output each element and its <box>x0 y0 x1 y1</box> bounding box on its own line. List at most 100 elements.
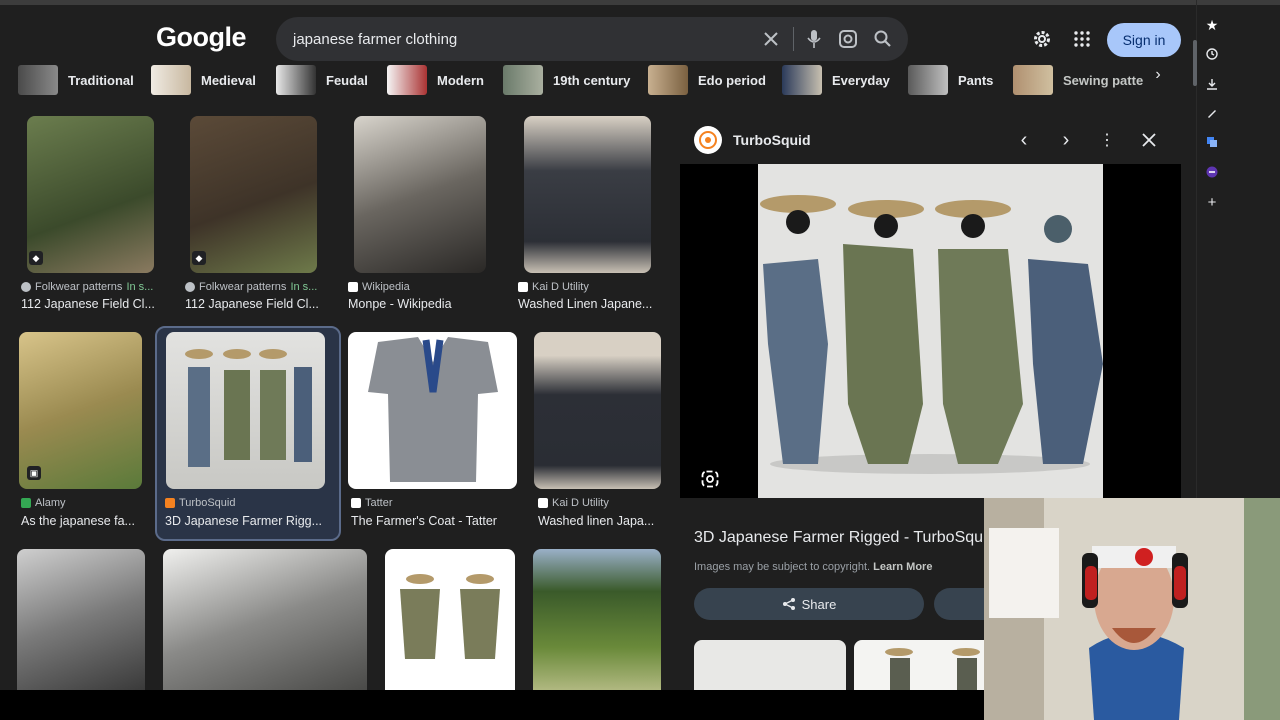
result-source[interactable]: Kai D Utility <box>538 497 609 509</box>
chip-label: Modern <box>437 72 484 88</box>
source-favicon <box>21 282 31 292</box>
result-source[interactable]: Folkwear patterns In s... <box>21 281 153 293</box>
star-icon[interactable]: ★ <box>1203 16 1221 34</box>
search-divider <box>793 27 794 51</box>
source-name: Folkwear patterns <box>199 281 287 293</box>
share-button[interactable]: Share <box>694 588 924 620</box>
result-thumbnail[interactable] <box>385 549 515 690</box>
result-thumbnail[interactable] <box>27 116 154 273</box>
shopping-tag-icon: ◆ <box>192 251 206 265</box>
sign-in-button[interactable]: Sign in <box>1107 23 1181 57</box>
close-icon[interactable] <box>1139 130 1159 150</box>
chip-thumbnail <box>387 65 427 95</box>
chip-label: Pants <box>958 72 994 88</box>
result-source[interactable]: Kai D Utility <box>518 281 589 293</box>
scrollbar-thumb[interactable] <box>1193 40 1197 86</box>
chip-thumbnail <box>276 65 316 95</box>
history-icon[interactable] <box>1203 45 1221 63</box>
result-title[interactable]: 112 Japanese Field Cl... <box>185 297 319 311</box>
chip-traditional[interactable]: Traditional <box>18 64 134 96</box>
source-name: Kai D Utility <box>552 497 609 509</box>
result-title[interactable]: Washed linen Japa... <box>538 514 654 528</box>
preview-image[interactable] <box>758 164 1103 498</box>
result-title[interactable]: 112 Japanese Field Cl... <box>21 297 155 311</box>
panel-source-name[interactable]: TurboSquid <box>733 132 811 148</box>
chip-modern[interactable]: Modern <box>387 64 484 96</box>
result-thumbnail[interactable] <box>524 116 651 273</box>
chip-thumbnail <box>782 65 822 95</box>
result-thumbnail[interactable] <box>163 549 367 690</box>
source-favicon <box>165 498 175 508</box>
result-title[interactable]: 3D Japanese Farmer Rigg... <box>165 514 322 528</box>
result-thumbnail[interactable] <box>166 332 325 489</box>
chip-label: Edo period <box>698 72 766 88</box>
learn-more-link[interactable]: Learn More <box>873 561 932 573</box>
apps-grid-icon[interactable] <box>1071 28 1093 50</box>
result-source[interactable]: Alamy <box>21 497 66 509</box>
copyright-text: Images may be subject to copyright. <box>694 561 871 573</box>
result-thumbnail[interactable] <box>190 116 317 273</box>
result-thumbnail[interactable] <box>533 549 661 690</box>
result-thumbnail[interactable] <box>354 116 486 273</box>
source-favicon <box>351 498 361 508</box>
chip-label: Medieval <box>201 72 256 88</box>
result-source[interactable]: TurboSquid <box>165 497 235 509</box>
google-logo[interactable]: Google <box>156 22 247 53</box>
in-stock-badge: In s... <box>126 281 154 293</box>
share-icon <box>782 598 795 610</box>
add-icon[interactable]: + <box>1203 193 1221 211</box>
chip-thumbnail <box>648 65 688 95</box>
chevron-right-icon[interactable]: › <box>1056 129 1076 151</box>
result-title[interactable]: Monpe - Wikipedia <box>348 297 452 311</box>
result-thumbnail[interactable] <box>534 332 661 489</box>
related-image-thumbnail[interactable] <box>854 640 984 690</box>
clear-search-icon[interactable] <box>760 28 782 50</box>
google-lens-icon[interactable] <box>700 469 720 489</box>
more-options-icon[interactable]: ⋮ <box>1097 130 1117 150</box>
result-title[interactable]: As the japanese fa... <box>21 514 135 528</box>
search-input[interactable]: japanese farmer clothing <box>293 31 457 48</box>
microphone-icon[interactable] <box>804 28 824 50</box>
result-title[interactable]: The Farmer's Coat - Tatter <box>351 514 497 528</box>
source-name: Folkwear patterns <box>35 281 123 293</box>
turbosquid-logo <box>694 126 722 154</box>
chip-label: 19th century <box>553 72 631 88</box>
result-thumbnail[interactable] <box>17 549 145 690</box>
pen-icon[interactable] <box>1203 104 1221 122</box>
result-source[interactable]: Wikipedia <box>348 281 410 293</box>
chip-label: Traditional <box>68 72 134 88</box>
translate-icon[interactable] <box>1203 133 1221 151</box>
extension-icon[interactable] <box>1203 163 1221 181</box>
chip-thumbnail <box>503 65 543 95</box>
result-source[interactable]: Tatter <box>351 497 393 509</box>
result-source[interactable]: Folkwear patterns In s... <box>185 281 317 293</box>
google-lens-icon[interactable] <box>837 28 859 50</box>
chip-everyday[interactable]: Everyday <box>782 64 890 96</box>
chip-19th-century[interactable]: 19th century <box>503 64 630 96</box>
source-favicon <box>21 498 31 508</box>
source-name: Wikipedia <box>362 281 410 293</box>
share-label: Share <box>801 596 837 612</box>
browser-top-strip <box>0 0 1280 5</box>
chip-pants[interactable]: Pants <box>908 64 993 96</box>
source-favicon <box>348 282 358 292</box>
webcam-overlay <box>984 498 1280 720</box>
source-name: Kai D Utility <box>532 281 589 293</box>
result-title[interactable]: Washed Linen Japane... <box>518 297 652 311</box>
result-thumbnail[interactable] <box>348 332 517 489</box>
source-name: Alamy <box>35 497 66 509</box>
source-favicon <box>518 282 528 292</box>
search-icon[interactable] <box>872 28 894 50</box>
chip-sewing-patterns[interactable]: Sewing patte <box>1013 64 1143 96</box>
download-icon[interactable] <box>1203 75 1221 93</box>
chip-medieval[interactable]: Medieval <box>151 64 256 96</box>
copyright-notice: Images may be subject to copyright. Lear… <box>694 561 932 573</box>
panel-title[interactable]: 3D Japanese Farmer Rigged - TurboSquid <box>694 529 996 547</box>
chip-edo-period[interactable]: Edo period <box>648 64 766 96</box>
chevron-left-icon[interactable]: ‹ <box>1014 129 1034 151</box>
chevron-right-icon[interactable]: › <box>1150 66 1166 83</box>
chip-feudal[interactable]: Feudal <box>276 64 368 96</box>
related-image-thumbnail[interactable] <box>694 640 846 690</box>
settings-gear-icon[interactable] <box>1031 28 1053 50</box>
source-name: TurboSquid <box>179 497 236 509</box>
